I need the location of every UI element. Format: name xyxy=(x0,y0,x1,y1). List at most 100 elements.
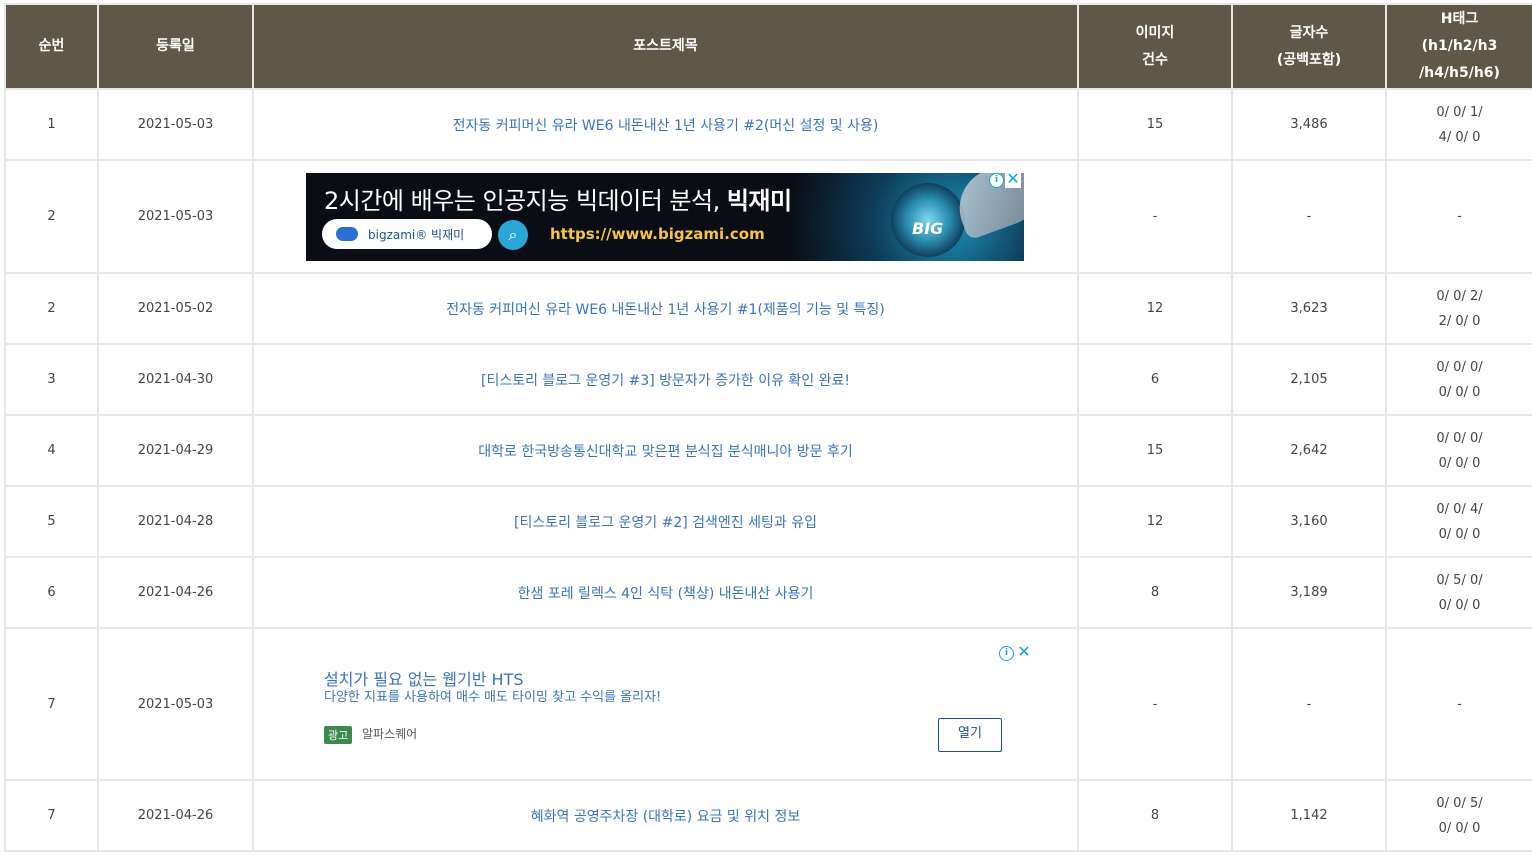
cell-images: - xyxy=(1077,159,1233,274)
cell-date: 2021-04-26 xyxy=(97,779,254,852)
cell-images: 15 xyxy=(1077,88,1233,161)
ad-text-block[interactable]: 설치가 필요 없는 웹기반 HTS 다양한 지표를 사용하여 매수 매도 타이밍… xyxy=(254,632,1032,776)
cell-date: 2021-04-29 xyxy=(97,414,254,487)
cell-images: 12 xyxy=(1077,485,1233,558)
htag-line1: 0/ 0/ 0/ xyxy=(1436,430,1483,446)
cell-images: 8 xyxy=(1077,556,1233,629)
cell-date: 2021-04-26 xyxy=(97,556,254,629)
table-header-row: 순번 등록일 포스트제목 이미지 건수 글자수 (공백포함) H태그 (h1/h… xyxy=(4,3,1532,90)
ad-close-icon[interactable]: ✕ xyxy=(1005,172,1021,188)
cell-ad: 2시간에 배우는 인공지능 빅데이터 분석, 빅재미 bigzami® 빅재미 … xyxy=(252,159,1079,274)
cell-htag: - xyxy=(1385,627,1532,781)
ad-close-icon[interactable]: ✕ xyxy=(1016,643,1032,661)
ad-info-icon[interactable]: i xyxy=(999,646,1014,661)
col-header-title[interactable]: 포스트제목 xyxy=(252,3,1079,90)
cell-title: [티스토리 블로그 운영기 #3] 방문자가 증가한 이유 확인 완료! xyxy=(252,343,1079,416)
col-header-chars-line2: (공백포함) xyxy=(1276,51,1342,68)
post-title-link[interactable]: [티스토리 블로그 운영기 #3] 방문자가 증가한 이유 확인 완료! xyxy=(481,373,850,389)
cell-no: 2 xyxy=(4,272,99,345)
table-row: 3 2021-04-30 [티스토리 블로그 운영기 #3] 방문자가 증가한 … xyxy=(4,343,1532,416)
htag-line2: 0/ 0/ 0 xyxy=(1438,597,1481,613)
cell-htag: 0/ 0/ 4/0/ 0/ 0 xyxy=(1385,485,1532,558)
col-header-htag-line2: (h1/h2/h3 xyxy=(1421,38,1498,54)
cell-no: 6 xyxy=(4,556,99,629)
cell-no: 7 xyxy=(4,779,99,852)
cell-no: 4 xyxy=(4,414,99,487)
col-header-htag[interactable]: H태그 (h1/h2/h3 /h4/h5/h6) xyxy=(1385,3,1532,90)
col-header-date[interactable]: 등록일 xyxy=(97,3,254,90)
cell-date: 2021-05-03 xyxy=(97,627,254,781)
ad-row: 2 2021-05-03 2시간에 배우는 인공지능 빅데이터 분석, 빅재미 … xyxy=(4,159,1532,274)
cell-htag: 0/ 0/ 0/0/ 0/ 0 xyxy=(1385,343,1532,416)
ad-description[interactable]: 다양한 지표를 사용하여 매수 매도 타이밍 찾고 수익를 올리자! xyxy=(324,686,661,705)
htag-line2: 0/ 0/ 0 xyxy=(1438,526,1481,542)
cell-chars: 2,105 xyxy=(1231,343,1387,416)
cell-title: 전자동 커피머신 유라 WE6 내돈내산 1년 사용기 #2(머신 설정 및 사… xyxy=(252,88,1079,161)
cell-no: 2 xyxy=(4,159,99,274)
cell-htag: 0/ 5/ 0/0/ 0/ 0 xyxy=(1385,556,1532,629)
table-row: 1 2021-05-03 전자동 커피머신 유라 WE6 내돈내산 1년 사용기… xyxy=(4,88,1532,161)
htag-line1: 0/ 0/ 1/ xyxy=(1436,104,1483,120)
htag-line1: 0/ 5/ 0/ xyxy=(1436,572,1483,588)
bigzami-logo-icon xyxy=(336,226,358,241)
cell-no: 5 xyxy=(4,485,99,558)
ad-row: 7 2021-05-03 설치가 필요 없는 웹기반 HTS 다양한 지표를 사… xyxy=(4,627,1532,781)
table-row: 7 2021-04-26 혜화역 공영주차장 (대학로) 요금 및 위치 정보 … xyxy=(4,779,1532,852)
htag-line2: 2/ 0/ 0 xyxy=(1438,313,1481,329)
banner-headline: 2시간에 배우는 인공지능 빅데이터 분석, 빅재미 xyxy=(324,181,792,216)
ad-open-button[interactable]: 열기 xyxy=(938,718,1002,752)
banner-brand-pill: bigzami® 빅재미 xyxy=(322,218,492,249)
cell-chars: 2,642 xyxy=(1231,414,1387,487)
htag-line2: 4/ 0/ 0 xyxy=(1438,129,1481,145)
post-title-link[interactable]: 한샘 포레 릴렉스 4인 식탁 (책상) 내돈내산 사용기 xyxy=(518,586,814,602)
banner-url: https://www.bigzami.com xyxy=(550,224,765,243)
cell-date: 2021-04-28 xyxy=(97,485,254,558)
search-icon: ⌕ xyxy=(498,219,528,250)
col-header-no[interactable]: 순번 xyxy=(4,3,99,90)
htag-line1: 0/ 0/ 0/ xyxy=(1436,359,1483,375)
cell-chars: - xyxy=(1231,159,1387,274)
cell-images: 6 xyxy=(1077,343,1233,416)
table-row: 6 2021-04-26 한샘 포레 릴렉스 4인 식탁 (책상) 내돈내산 사… xyxy=(4,556,1532,629)
post-title-link[interactable]: 대학로 한국방송통신대학교 맞은편 분식집 분식매니아 방문 후기 xyxy=(478,444,852,460)
post-title-link[interactable]: 혜화역 공영주차장 (대학로) 요금 및 위치 정보 xyxy=(531,809,800,825)
banner-brand-text: bigzami® 빅재미 xyxy=(368,227,465,242)
cell-chars: 3,623 xyxy=(1231,272,1387,345)
cell-ad: 설치가 필요 없는 웹기반 HTS 다양한 지표를 사용하여 매수 매도 타이밍… xyxy=(252,627,1079,781)
htag-line1: 0/ 0/ 4/ xyxy=(1436,501,1483,517)
col-header-images-line1: 이미지 xyxy=(1135,24,1175,41)
cell-chars: - xyxy=(1231,627,1387,781)
post-title-link[interactable]: 전자동 커피머신 유라 WE6 내돈내산 1년 사용기 #1(제품의 기능 및 … xyxy=(446,302,885,318)
col-header-images[interactable]: 이미지 건수 xyxy=(1077,3,1233,90)
cell-date: 2021-05-02 xyxy=(97,272,254,345)
ad-advertiser[interactable]: 알파스퀘어 xyxy=(362,725,417,742)
cell-title: 전자동 커피머신 유라 WE6 내돈내산 1년 사용기 #1(제품의 기능 및 … xyxy=(252,272,1079,345)
ad-banner[interactable]: 2시간에 배우는 인공지능 빅데이터 분석, 빅재미 bigzami® 빅재미 … xyxy=(306,172,1024,261)
table-row: 4 2021-04-29 대학로 한국방송통신대학교 맞은편 분식집 분식매니아… xyxy=(4,414,1532,487)
cell-date: 2021-04-30 xyxy=(97,343,254,416)
cell-no: 3 xyxy=(4,343,99,416)
cell-chars: 3,160 xyxy=(1231,485,1387,558)
cell-htag: 0/ 0/ 2/2/ 0/ 0 xyxy=(1385,272,1532,345)
cell-htag: - xyxy=(1385,159,1532,274)
cell-htag: 0/ 0/ 5/0/ 0/ 0 xyxy=(1385,779,1532,852)
col-header-chars-line1: 글자수 xyxy=(1289,24,1329,41)
ad-badge: 광고 xyxy=(324,726,353,744)
cell-images: 8 xyxy=(1077,779,1233,852)
table-row: 2 2021-05-02 전자동 커피머신 유라 WE6 내돈내산 1년 사용기… xyxy=(4,272,1532,345)
cell-htag: 0/ 0/ 1/4/ 0/ 0 xyxy=(1385,88,1532,161)
banner-headline-brand: 빅재미 xyxy=(726,186,792,215)
cell-title: 대학로 한국방송통신대학교 맞은편 분식집 분식매니아 방문 후기 xyxy=(252,414,1079,487)
htag-line1: 0/ 0/ 5/ xyxy=(1436,795,1483,811)
post-stats-table: 순번 등록일 포스트제목 이미지 건수 글자수 (공백포함) H태그 (h1/h… xyxy=(4,3,1532,852)
table-row: 5 2021-04-28 [티스토리 블로그 운영기 #2] 검색엔진 세팅과 … xyxy=(4,485,1532,558)
ad-info-icon[interactable]: i xyxy=(989,172,1004,188)
cell-htag: 0/ 0/ 0/0/ 0/ 0 xyxy=(1385,414,1532,487)
banner-headline-text: 2시간에 배우는 인공지능 빅데이터 분석, xyxy=(324,186,727,215)
col-header-chars[interactable]: 글자수 (공백포함) xyxy=(1231,3,1387,90)
cell-no: 7 xyxy=(4,627,99,781)
cell-chars: 3,189 xyxy=(1231,556,1387,629)
cell-date: 2021-05-03 xyxy=(97,88,254,161)
post-title-link[interactable]: [티스토리 블로그 운영기 #2] 검색엔진 세팅과 유입 xyxy=(514,515,817,531)
post-title-link[interactable]: 전자동 커피머신 유라 WE6 내돈내산 1년 사용기 #2(머신 설정 및 사… xyxy=(453,118,879,134)
